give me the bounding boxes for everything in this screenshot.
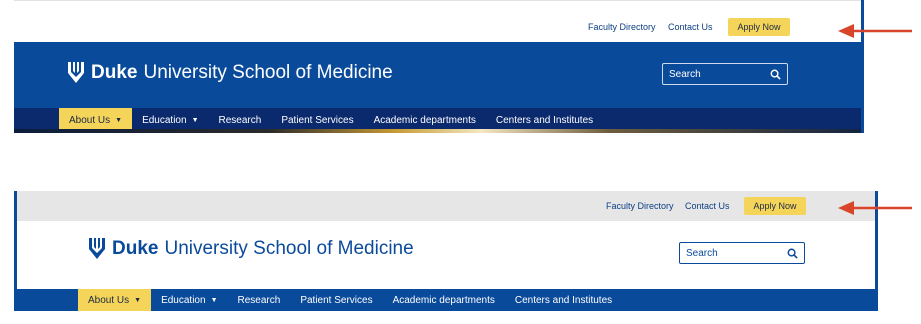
nav-item-education[interactable]: Education ▼	[151, 289, 227, 311]
version-a-screenshot: Faculty Directory Contact Us Apply Now D…	[14, 0, 863, 133]
utility-bar: Faculty Directory Contact Us Apply Now	[14, 0, 863, 42]
nav-label: Education	[142, 115, 187, 126]
nav-label: Academic departments	[373, 115, 476, 126]
duke-shield-logo-icon	[68, 62, 84, 83]
chevron-down-icon: ▼	[191, 117, 199, 124]
nav-label: Patient Services	[281, 115, 354, 126]
nav-label: Academic departments	[392, 294, 495, 306]
faculty-directory-link[interactable]: Faculty Directory	[588, 22, 656, 32]
nav-item-research[interactable]: Research	[228, 289, 291, 311]
site-header: Duke University School of Medicine Searc…	[14, 42, 863, 108]
site-header: Duke University School of Medicine Searc…	[14, 221, 878, 282]
search-icon[interactable]	[787, 248, 798, 259]
search-input[interactable]: Search	[662, 63, 788, 85]
nav-item-academic-departments[interactable]: Academic departments	[383, 289, 505, 311]
site-logo[interactable]: Duke University School of Medicine	[67, 61, 393, 85]
logo-duke-text: Duke	[112, 238, 159, 259]
search-placeholder: Search	[686, 247, 718, 259]
search-placeholder: Search	[669, 68, 701, 80]
utility-bar: Faculty Directory Contact Us Apply Now	[14, 191, 878, 221]
duke-shield-logo-icon	[89, 238, 105, 259]
red-arrow-icon	[838, 24, 912, 38]
chevron-down-icon: ▼	[210, 296, 218, 304]
contact-us-link[interactable]: Contact Us	[668, 22, 713, 32]
chevron-down-icon: ▼	[134, 296, 142, 304]
version-a-right-border	[861, 0, 864, 133]
logo-school-text: University School of Medicine	[143, 62, 393, 83]
left-border	[14, 191, 17, 289]
nav-label: Research	[218, 115, 262, 126]
nav-item-centers-and-institutes[interactable]: Centers and Institutes	[505, 289, 622, 311]
hero-image-strip	[14, 129, 863, 133]
main-nav: About Us ▼ Education ▼ Research Patient …	[14, 289, 878, 311]
site-logo[interactable]: Duke University School of Medicine	[88, 237, 414, 261]
apply-now-button[interactable]: Apply Now	[728, 18, 790, 36]
nav-label: About Us	[69, 115, 111, 126]
nav-items: About Us ▼ Education ▼ Research Patient …	[78, 289, 622, 311]
version-b-screenshot: Faculty Directory Contact Us Apply Now D…	[14, 191, 878, 311]
nav-label: About Us	[88, 294, 130, 306]
nav-label: Research	[237, 294, 281, 306]
red-arrow-icon	[838, 201, 912, 215]
chevron-down-icon: ▼	[115, 117, 123, 124]
nav-label: Centers and Institutes	[495, 115, 594, 126]
nav-label: Patient Services	[300, 294, 373, 306]
contact-us-link[interactable]: Contact Us	[685, 201, 730, 211]
nav-item-patient-services[interactable]: Patient Services	[290, 289, 382, 311]
apply-now-button[interactable]: Apply Now	[744, 197, 806, 215]
search-input[interactable]: Search	[679, 242, 805, 264]
logo-school-text: University School of Medicine	[164, 238, 414, 259]
logo-duke-text: Duke	[91, 62, 138, 83]
nav-label: Education	[161, 294, 206, 306]
nav-item-about-us[interactable]: About Us ▼	[78, 289, 152, 311]
nav-label: Centers and Institutes	[514, 294, 613, 306]
faculty-directory-link[interactable]: Faculty Directory	[606, 201, 674, 211]
search-icon[interactable]	[770, 69, 781, 80]
